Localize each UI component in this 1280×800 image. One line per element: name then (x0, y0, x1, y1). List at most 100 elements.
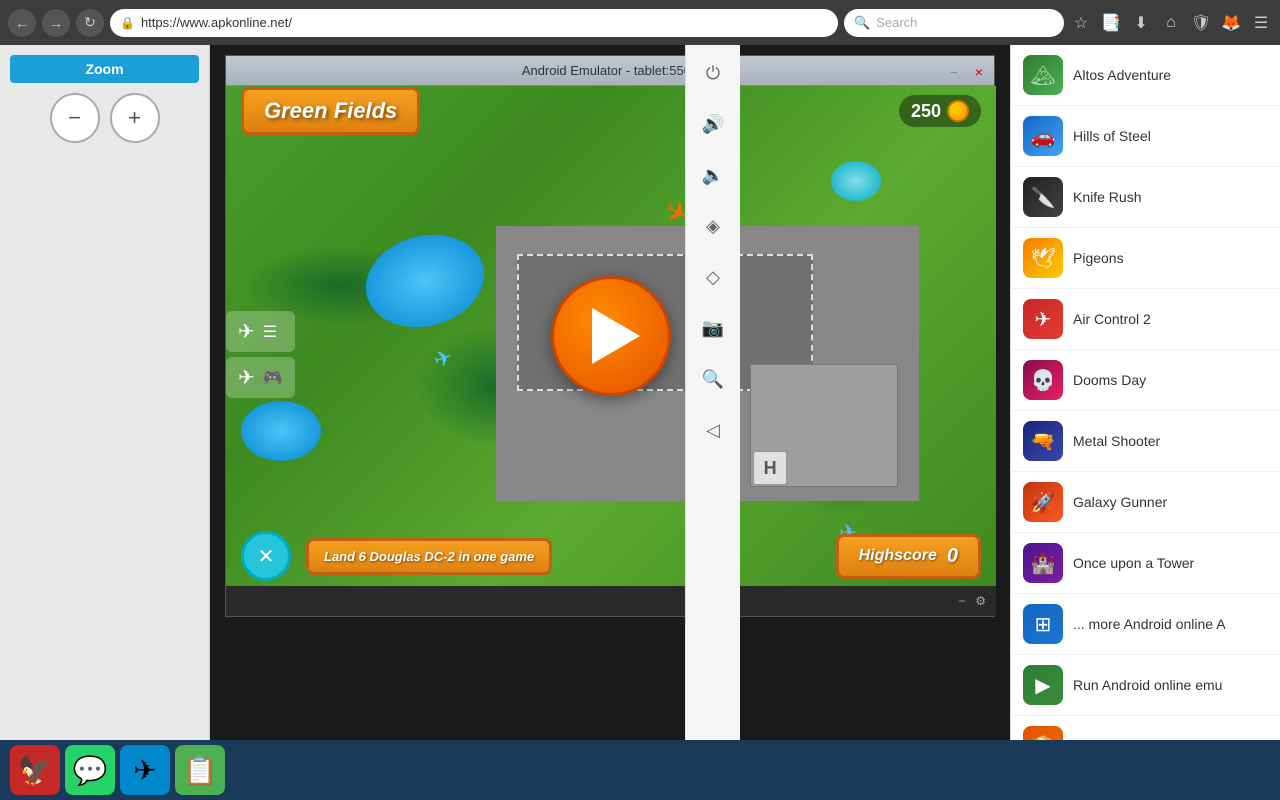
taskbar-angry-birds[interactable]: 🦅 (10, 745, 60, 795)
download-icon[interactable]: ⬇ (1130, 13, 1152, 33)
highscore-button[interactable]: Highscore 0 (836, 534, 981, 579)
app-item-pigeons[interactable]: 🕊 Pigeons (1011, 228, 1280, 289)
rotate-cw-button[interactable]: ◈ (695, 208, 731, 244)
volume-down-button[interactable]: 🔈 (695, 157, 731, 193)
app-icon-altos: 🏔 (1023, 55, 1063, 95)
coin-count: 250 (911, 101, 941, 122)
home-icon[interactable]: ⌂ (1160, 14, 1182, 32)
window-controls: − × (944, 64, 994, 80)
zoom-minus-button[interactable]: − (50, 93, 100, 143)
emulator-titlebar: Android Emulator - tablet:5502 − × (226, 56, 994, 86)
app-name-metal: Metal Shooter (1073, 433, 1160, 449)
panel-plane-icon: ✈ (238, 319, 255, 344)
power-button[interactable]: ⏻ (695, 55, 731, 91)
app-name-once: Once upon a Tower (1073, 555, 1194, 571)
app-item-air[interactable]: ✈ Air Control 2 (1011, 289, 1280, 350)
screenshot-button[interactable]: 📷 (695, 310, 731, 346)
zoom-plus-button[interactable]: + (110, 93, 160, 143)
forward-button[interactable]: → (42, 9, 70, 37)
panel-plane-icon-2: ✈ (238, 365, 255, 390)
mission-text: Land 6 Douglas DC-2 in one game (306, 538, 552, 575)
zoom-buttons: − + (50, 93, 160, 143)
browser-chrome: ← → ↻ 🔒 https://www.apkonline.net/ 🔍 Sea… (0, 0, 1280, 45)
emulator-settings-button[interactable]: ⚙ (975, 594, 986, 608)
back-ctrl-button[interactable]: ◁ (695, 412, 731, 448)
emulator-controls: ⏻ 🔊 🔈 ◈ ◇ 📷 🔍 ◁ (685, 45, 740, 800)
star-icon[interactable]: ☆ (1070, 13, 1092, 33)
taskbar-whatsapp[interactable]: 💬 (65, 745, 115, 795)
back-button[interactable]: ← (8, 9, 36, 37)
panel-gamepad-icon: 🎮 (263, 368, 283, 388)
app-name-run: Run Android online emu (1073, 677, 1222, 693)
app-item-hills[interactable]: 🚗 Hills of Steel (1011, 106, 1280, 167)
taskbar-telegram[interactable]: ✈ (120, 745, 170, 795)
menu-icon[interactable]: ☰ (1250, 13, 1272, 33)
coin-display: 250 (899, 95, 981, 127)
app-icon-air: ✈ (1023, 299, 1063, 339)
game-header: Green Fields 250 (226, 86, 996, 136)
app-name-altos: Altos Adventure (1073, 67, 1171, 83)
address-bar[interactable]: 🔒 https://www.apkonline.net/ (110, 9, 838, 37)
highscore-label: Highscore (859, 547, 937, 565)
taskbar-notes[interactable]: 📋 (175, 745, 225, 795)
volume-up-button[interactable]: 🔊 (695, 106, 731, 142)
right-sidebar: 🏔 Altos Adventure 🚗 Hills of Steel 🔪 Kni… (1010, 45, 1280, 800)
app-name-pigeons: Pigeons (1073, 250, 1124, 266)
app-item-metal[interactable]: 🔫 Metal Shooter (1011, 411, 1280, 472)
app-name-knife: Knife Rush (1073, 189, 1141, 205)
shield-icon[interactable]: 🛡 (1190, 13, 1212, 33)
app-item-altos[interactable]: 🏔 Altos Adventure (1011, 45, 1280, 106)
app-item-dooms[interactable]: 💀 Dooms Day (1011, 350, 1280, 411)
emulator-collapse-button[interactable]: − (958, 594, 965, 608)
search-icon: 🔍 (854, 15, 870, 31)
app-name-galaxy: Galaxy Gunner (1073, 494, 1167, 510)
emulator-area: Android Emulator - tablet:5502 − × (210, 45, 1010, 800)
left-panel: ✈ ☰ ✈ 🎮 (226, 311, 295, 398)
app-item-knife[interactable]: 🔪 Knife Rush (1011, 167, 1280, 228)
app-icon-more: ⊞ (1023, 604, 1063, 644)
play-triangle-icon (592, 308, 640, 364)
app-item-run[interactable]: ▶ Run Android online emu (1011, 655, 1280, 716)
level-name-banner: Green Fields (241, 87, 420, 135)
game-footer: ✕ Land 6 Douglas DC-2 in one game Highsc… (226, 526, 996, 586)
app-icon-hills: 🚗 (1023, 116, 1063, 156)
url-text: https://www.apkonline.net/ (141, 15, 292, 30)
play-button[interactable] (551, 276, 671, 396)
search-bar[interactable]: 🔍 Search (844, 9, 1064, 37)
water-pool-2 (241, 401, 321, 461)
h-marker: H (752, 450, 788, 486)
bookmark-icon[interactable]: 📑 (1100, 13, 1122, 33)
rotate-ccw-button[interactable]: ◇ (695, 259, 731, 295)
water-pool-3 (831, 161, 881, 201)
app-name-more: ... more Android online A (1073, 616, 1226, 632)
app-item-more[interactable]: ⊞ ... more Android online A (1011, 594, 1280, 655)
emulator-bottom-bar: − ⚙ (226, 586, 996, 616)
zoom-label: Zoom (10, 55, 199, 83)
emulator-window: Android Emulator - tablet:5502 − × (225, 55, 995, 617)
main-area: Zoom − + Android Emulator - tablet:5502 … (0, 45, 1280, 800)
level-name: Green Fields (264, 98, 397, 123)
game-canvas[interactable]: Green Fields 250 ✈ ✈ ✈ ✈ ☰ (226, 86, 996, 586)
search-placeholder: Search (876, 15, 917, 30)
app-name-dooms: Dooms Day (1073, 372, 1146, 388)
app-icon-knife: 🔪 (1023, 177, 1063, 217)
panel-gamepad-item[interactable]: ✈ 🎮 (226, 357, 295, 398)
app-icon-once: 🏰 (1023, 543, 1063, 583)
browser-toolbar: ☆ 📑 ⬇ ⌂ 🛡 🦊 ☰ (1070, 13, 1272, 33)
app-item-galaxy[interactable]: 🚀 Galaxy Gunner (1011, 472, 1280, 533)
app-item-once[interactable]: 🏰 Once upon a Tower (1011, 533, 1280, 594)
lock-icon: 🔒 (120, 16, 135, 30)
play-button-container[interactable] (551, 276, 671, 396)
close-button[interactable]: × (969, 64, 989, 80)
minimize-button[interactable]: − (944, 64, 964, 80)
app-icon-dooms: 💀 (1023, 360, 1063, 400)
reload-button[interactable]: ↻ (76, 9, 104, 37)
app-name-hills: Hills of Steel (1073, 128, 1151, 144)
zoom-ctrl-button[interactable]: 🔍 (695, 361, 731, 397)
fox-icon[interactable]: 🦊 (1220, 13, 1242, 33)
panel-list-item[interactable]: ✈ ☰ (226, 311, 295, 352)
app-icon-run: ▶ (1023, 665, 1063, 705)
panel-menu-icon: ☰ (263, 322, 277, 342)
highscore-score: 0 (947, 545, 958, 568)
app-icon-metal: 🔫 (1023, 421, 1063, 461)
